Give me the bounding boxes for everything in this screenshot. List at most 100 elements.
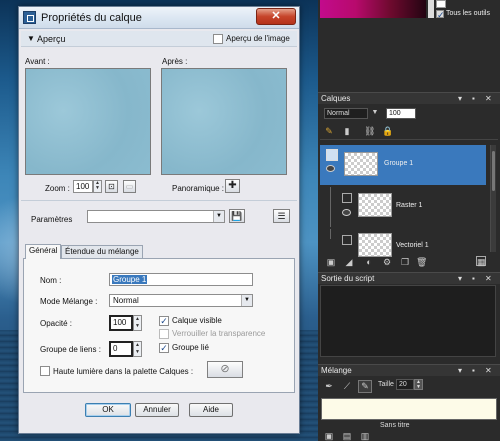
general-tab-panel: Nom : Groupe 1 Mode Mélange : Normal ▼ O…: [23, 258, 295, 393]
pin-icon[interactable]: ▪: [472, 365, 475, 377]
tab-blend-range[interactable]: Étendue du mélange: [61, 245, 143, 259]
highlight-checkbox[interactable]: [40, 366, 50, 376]
close-button[interactable]: ✕: [256, 8, 296, 25]
brush-icon[interactable]: ◢: [344, 257, 354, 267]
script-output-area[interactable]: [320, 285, 496, 357]
preview-on-image-label: Aperçu de l'image: [226, 34, 290, 43]
panel-menu-icon[interactable]: ▾: [458, 93, 462, 105]
lock-icon[interactable]: 🔒: [382, 126, 393, 136]
link-icon[interactable]: ⛓: [364, 126, 375, 136]
mixer-canvas[interactable]: [321, 398, 497, 420]
opacity-input[interactable]: 100: [109, 315, 133, 331]
delete-layer-icon[interactable]: 🗑: [416, 257, 427, 267]
layer-row[interactable]: Vectoriel 1: [320, 229, 486, 257]
dialog-titlebar[interactable]: Propriétés du calque ✕: [19, 7, 299, 29]
effects-icon[interactable]: ⚙: [382, 257, 392, 267]
mixer-document-label: Sans titre: [380, 422, 410, 429]
blend-mode-value: Normal: [113, 296, 139, 305]
after-label: Après :: [162, 57, 188, 66]
link-group-stepper[interactable]: ▲ ▼: [133, 341, 142, 357]
zoom-reset-button[interactable]: ▭: [123, 180, 136, 193]
layer-row[interactable]: Raster 1: [320, 187, 486, 227]
layer-name: Groupe 1: [384, 160, 414, 167]
collapse-arrow-icon[interactable]: ▼: [27, 34, 35, 43]
color-spectrum[interactable]: [320, 0, 426, 18]
blend-mode-select[interactable]: Normal ▼: [109, 294, 253, 307]
mixer-knife-icon[interactable]: ⟋: [342, 381, 352, 391]
mask-add-icon[interactable]: ◐: [364, 257, 374, 267]
mixer-size-field[interactable]: 20: [396, 379, 414, 390]
panel-close-icon[interactable]: ✕: [485, 93, 492, 105]
color-slider[interactable]: [428, 0, 434, 18]
pin-icon[interactable]: ▪: [472, 273, 475, 285]
zoom-input[interactable]: 100: [73, 180, 93, 193]
preview-on-image-checkbox[interactable]: [213, 34, 223, 44]
tab-general[interactable]: Général: [25, 244, 62, 259]
name-input[interactable]: Groupe 1: [109, 273, 253, 286]
highlight-color-button[interactable]: ⊘: [207, 361, 243, 378]
raster-layer-icon: [342, 193, 352, 203]
color-swatch[interactable]: [436, 0, 446, 8]
scrollbar-thumb[interactable]: [492, 151, 495, 191]
layer-thumbnail: [358, 193, 392, 217]
params-preset-select[interactable]: ▼: [87, 210, 225, 223]
layers-opacity-field[interactable]: 100: [386, 108, 416, 119]
after-preview[interactable]: [161, 68, 287, 175]
preview-section-label[interactable]: Aperçu: [37, 34, 66, 44]
mixer-open-icon[interactable]: ▤: [342, 431, 352, 441]
before-label: Avant :: [25, 57, 50, 66]
preset-options-button[interactable]: ☰: [273, 209, 290, 223]
mixer-size-stepper[interactable]: ▲ ▼: [414, 379, 423, 390]
right-panels: ✓ Tous les outils Calques ▾ ▪ ✕ Normal ▼…: [318, 0, 500, 441]
panel-menu-icon[interactable]: ▾: [458, 365, 462, 377]
opacity-stepper[interactable]: ▲ ▼: [133, 315, 142, 331]
new-layer-icon[interactable]: ▣: [326, 257, 336, 267]
name-label: Nom :: [40, 276, 62, 285]
layer-row[interactable]: Groupe 1: [320, 145, 486, 185]
vector-layer-icon: [342, 235, 352, 245]
visible-label: Calque visible: [172, 316, 222, 325]
eye-icon[interactable]: [342, 209, 351, 216]
visible-checkbox[interactable]: ✓: [159, 316, 169, 326]
mixer-brush-icon[interactable]: ✒: [324, 381, 334, 391]
pan-button[interactable]: ✚: [225, 179, 240, 193]
mixer-title-bar: Mélange ▾ ▪ ✕: [318, 364, 500, 376]
lock-transparency-checkbox[interactable]: [159, 329, 169, 339]
layers-blend-select[interactable]: Normal: [324, 108, 368, 119]
ok-button[interactable]: OK: [85, 403, 131, 417]
layer-properties-dialog: Propriétés du calque ✕ ▼ Aperçu Aperçu d…: [18, 6, 300, 434]
eye-icon[interactable]: [326, 165, 335, 172]
mixer-pen-icon[interactable]: ✎: [358, 380, 372, 393]
layer-name: Raster 1: [396, 202, 423, 209]
layer-thumbnail: [344, 152, 378, 176]
lock-transparency-label: Verrouiller la transparence: [172, 329, 266, 338]
before-preview[interactable]: [25, 68, 151, 175]
group-linked-checkbox[interactable]: ✓: [159, 343, 169, 353]
chevron-down-icon: ▼: [213, 211, 224, 222]
panel-menu-icon[interactable]: ▾: [458, 273, 462, 285]
mask-icon[interactable]: ▮: [342, 126, 352, 136]
save-preset-button[interactable]: 💾: [229, 209, 245, 223]
mixer-new-icon[interactable]: ▣: [324, 431, 334, 441]
layers-scrollbar[interactable]: [490, 145, 496, 252]
all-tools-label: Tous les outils: [446, 10, 490, 17]
duplicate-icon[interactable]: ❐: [400, 257, 410, 267]
group-layer-icon: [326, 149, 338, 161]
zoom-stepper[interactable]: ▲ ▼: [93, 180, 102, 193]
panel-close-icon[interactable]: ✕: [485, 365, 492, 377]
panel-close-icon[interactable]: ✕: [485, 273, 492, 285]
brush-settings-icon[interactable]: ✎: [324, 126, 334, 136]
cancel-button[interactable]: Annuler: [135, 403, 179, 417]
opacity-label: Opacité :: [40, 319, 73, 328]
script-output-title: Sortie du script: [321, 274, 375, 283]
pin-icon[interactable]: ▪: [472, 93, 475, 105]
help-button[interactable]: Aide: [189, 403, 233, 417]
link-group-input[interactable]: 0: [109, 341, 133, 357]
layer-properties-icon[interactable]: ▦: [476, 256, 486, 267]
zoom-fit-button[interactable]: ⊡: [105, 180, 118, 193]
all-tools-checkbox[interactable]: ✓: [436, 10, 445, 20]
group-linked-label: Groupe lié: [172, 343, 209, 352]
blend-mode-label: Mode Mélange :: [40, 297, 98, 306]
link-group-label: Groupe de liens :: [40, 345, 101, 354]
mixer-save-icon[interactable]: ▥: [360, 431, 370, 441]
